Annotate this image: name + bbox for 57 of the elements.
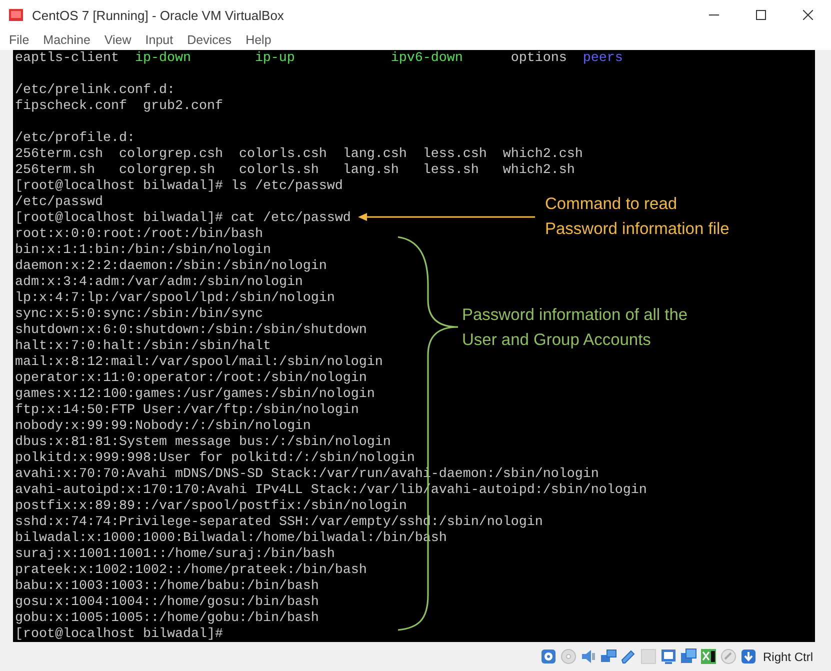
terminal-line: nobody:x:99:99:Nobody:/:/sbin/nologin [15, 419, 311, 435]
terminal-line: lp:x:4:7:lp:/var/spool/lpd:/sbin/nologin [15, 291, 335, 307]
terminal-line: [root@localhost bilwadal]# cat /etc/passwd [15, 211, 351, 227]
file-name: ipv6-down [390, 51, 463, 67]
terminal-line: root:x:0:0:root:/root:/bin/bash [15, 227, 263, 243]
terminal-line: gobu:x:1005:1005::/home/gobu:/bin/bash [15, 611, 319, 627]
file-name: peers [582, 51, 623, 67]
terminal-line: sync:x:5:0:sync:/sbin:/bin/sync [15, 307, 263, 323]
box-icon [8, 7, 24, 23]
terminal-line: halt:x:7:0:halt:/sbin:/sbin/halt [15, 339, 271, 355]
terminal-line: /etc/passwd [15, 195, 103, 211]
file-name: ip-down [134, 51, 191, 67]
terminal-line: daemon:x:2:2:daemon:/sbin:/sbin/nologin [15, 259, 327, 275]
annotation-text: Password information of all the User and Group Accounts [462, 305, 688, 351]
terminal-line: fipscheck.conf grub2.conf [15, 99, 223, 115]
terminal-line: mail:x:8:12:mail:/var/spool/mail:/sbin/nologin [15, 355, 383, 371]
terminal-line: games:x:12:100:games:/usr/games:/sbin/nologin [15, 387, 375, 403]
terminal-line: 256term.sh colorgrep.sh colorls.sh lang.sh less.sh which2.sh [15, 163, 575, 179]
speaker-icon[interactable] [580, 648, 597, 665]
menu-item[interactable]: View [97, 33, 138, 47]
file-name: options [510, 51, 567, 67]
terminal-line: prateek:x:1002:1002::/home/prateek:/bin/bash [15, 563, 367, 579]
drive-icon[interactable] [540, 648, 557, 665]
terminal-line: [root@localhost bilwadal]# ls /etc/passwd [15, 179, 343, 195]
terminal-line: suraj:x:1001:1001::/home/suraj:/bin/bash [15, 547, 335, 563]
chip-icon[interactable] [700, 648, 717, 665]
menu-item[interactable]: Machine [36, 33, 98, 47]
file-name: eaptls-client [15, 51, 119, 67]
menu-item[interactable]: Help [238, 33, 278, 47]
host-key-label: Right Ctrl [762, 650, 813, 664]
terminal-line: adm:x:3:4:adm:/var/adm:/sbin/nologin [15, 275, 303, 291]
window-title: CentOS 7 [Running] - Oracle VM VirtualBox [32, 8, 285, 22]
terminal-line: babu:x:1003:1003::/home/babu:/bin/bash [15, 579, 319, 595]
terminal-line: shutdown:x:6:0:shutdown:/sbin:/sbin/shutdown [15, 323, 367, 339]
terminal-line: bin:x:1:1:bin:/bin:/sbin/nologin [15, 243, 271, 259]
terminal-line: gosu:x:1004:1004::/home/gosu:/bin/bash [15, 595, 319, 611]
terminal-line: dbus:x:81:81:System message bus:/:/sbin/nologin [15, 435, 391, 451]
monitors-icon[interactable] [600, 648, 617, 665]
terminal-line: ftp:x:14:50:FTP User:/var/ftp:/sbin/nologin [15, 403, 359, 419]
stick-icon[interactable] [620, 648, 637, 665]
annotation-text: Command to read Password information file [545, 194, 730, 240]
close-icon [802, 10, 812, 20]
menu-item[interactable]: File [2, 33, 36, 47]
menu-item[interactable]: Devices [180, 33, 239, 47]
windows-icon[interactable] [680, 648, 697, 665]
terminal-line: operator:x:11:0:operator:/root:/sbin/nologin [15, 371, 367, 387]
file-name: ip-up [254, 51, 295, 67]
terminal-screen[interactable] [13, 50, 815, 642]
terminal-line: /etc/prelink.conf.d: [15, 83, 175, 99]
terminal-line: polkitd:x:999:998:User for polkitd:/:/sbin/nologin [15, 451, 415, 467]
terminal-line: [root@localhost bilwadal]# [15, 627, 223, 643]
terminal-line: postfix:x:89:89::/var/spool/postfix:/sbin/nologin [15, 499, 407, 515]
monitor-icon[interactable] [660, 648, 677, 665]
maximize-icon [756, 10, 766, 20]
terminal-line: 256term.csh colorgrep.csh colorls.csh lang.csh less.csh which2.csh [15, 147, 583, 163]
terminal-line: /etc/profile.d: [15, 131, 135, 147]
menu-item[interactable]: Input [138, 33, 180, 47]
